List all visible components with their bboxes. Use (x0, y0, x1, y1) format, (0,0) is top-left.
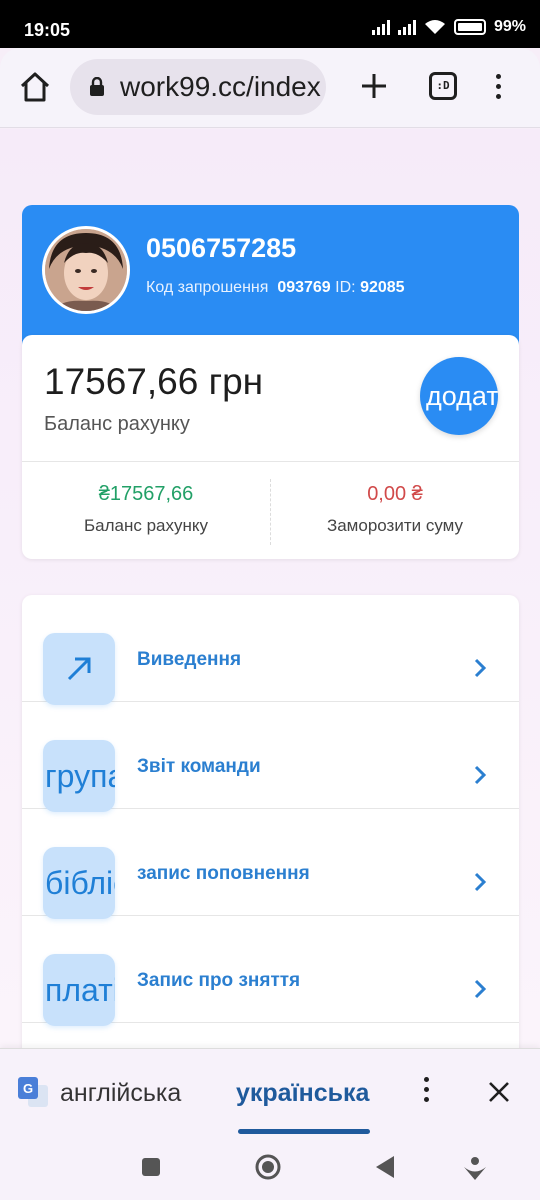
tab-switcher-button[interactable]: :D (429, 72, 457, 100)
home-icon[interactable] (16, 68, 54, 106)
menu-item-team-report[interactable]: група Звіт команди (22, 702, 519, 812)
address-bar[interactable]: work99.cc/index (70, 59, 326, 115)
stat-frozen: 0,00 ₴ Заморозити суму (271, 483, 519, 536)
payment-icon: платіж (43, 954, 115, 1026)
menu-list: Виведення група Звіт команди бібліотека … (22, 595, 519, 1055)
menu-item-withdraw[interactable]: Виведення (22, 595, 519, 705)
status-icons: 99% (371, 18, 526, 36)
target-language-tab[interactable]: українська (236, 1079, 369, 1108)
new-tab-icon[interactable] (356, 68, 392, 104)
balance-label: Баланс рахунку (44, 413, 190, 435)
battery-percent: 99% (493, 18, 526, 35)
wifi-icon (424, 20, 445, 34)
stat-label: Баланс рахунку (83, 516, 209, 535)
stat-label: Заморозити суму (326, 516, 464, 535)
chevron-right-icon (474, 979, 487, 999)
menu-item-withdrawal-history[interactable]: платіж Запис про зняття (22, 916, 519, 1026)
recents-icon[interactable] (136, 1152, 166, 1182)
page-content: 0506757285 Код запрошення 093769 ID: 920… (0, 129, 540, 1055)
group-icon: група (43, 740, 115, 812)
menu-item-label: Запис про зняття (137, 970, 301, 991)
source-language-tab[interactable]: англійська (60, 1079, 181, 1108)
signal-icon (371, 19, 390, 35)
battery-icon (453, 19, 486, 35)
status-time: 19:05 (24, 20, 71, 40)
signal-icon-2 (397, 19, 416, 35)
add-funds-button[interactable]: додати (420, 357, 498, 435)
chevron-right-icon (474, 658, 487, 678)
google-translate-icon: G (18, 1077, 48, 1107)
svg-text:G: G (23, 1081, 33, 1096)
chevron-right-icon (474, 765, 487, 785)
divider (22, 461, 519, 462)
arrow-up-right-icon (43, 633, 115, 705)
avatar-image (45, 229, 127, 311)
chevron-right-icon (474, 872, 487, 892)
home-nav-icon[interactable] (253, 1152, 283, 1182)
url-text: work99.cc/index (120, 71, 321, 102)
menu-item-label: Звіт команди (137, 756, 261, 777)
back-icon[interactable] (370, 1152, 400, 1182)
translate-menu-icon[interactable] (418, 1075, 434, 1107)
status-bar: 19:05 99% (0, 0, 540, 48)
avatar (42, 226, 130, 314)
library-icon: бібліотека (43, 847, 115, 919)
balance-card: 17567,66 грн Баланс рахунку додати ₴1756… (22, 335, 519, 559)
add-funds-label: додати (426, 381, 498, 411)
browser-menu-icon[interactable] (486, 72, 510, 104)
translate-bar: G англійська українська (0, 1048, 540, 1134)
menu-item-label: Виведення (137, 649, 242, 670)
menu-item-deposit-history[interactable]: бібліотека запис поповнення (22, 809, 519, 919)
assistant-icon[interactable] (460, 1152, 490, 1182)
stat-value: 0,00 ₴ (367, 483, 423, 505)
stat-value: ₴17567,66 (98, 483, 194, 505)
invite-line: Код запрошення 093769 ID: 92085 (146, 279, 405, 297)
user-phone: 0506757285 (146, 233, 297, 263)
close-icon[interactable] (486, 1079, 512, 1105)
balance-amount: 17567,66 грн (44, 361, 264, 402)
lock-icon (90, 77, 104, 96)
stat-available: ₴17567,66 Баланс рахунку (22, 483, 270, 536)
system-nav-bar (0, 1134, 540, 1200)
invite-label: Код запрошення (146, 279, 269, 296)
menu-item-label: запис поповнення (137, 863, 310, 884)
invite-code: 093769 (277, 279, 331, 296)
id-label: ID: (335, 279, 356, 296)
user-id: 92085 (360, 279, 405, 296)
browser-toolbar: work99.cc/index :D (0, 48, 540, 128)
